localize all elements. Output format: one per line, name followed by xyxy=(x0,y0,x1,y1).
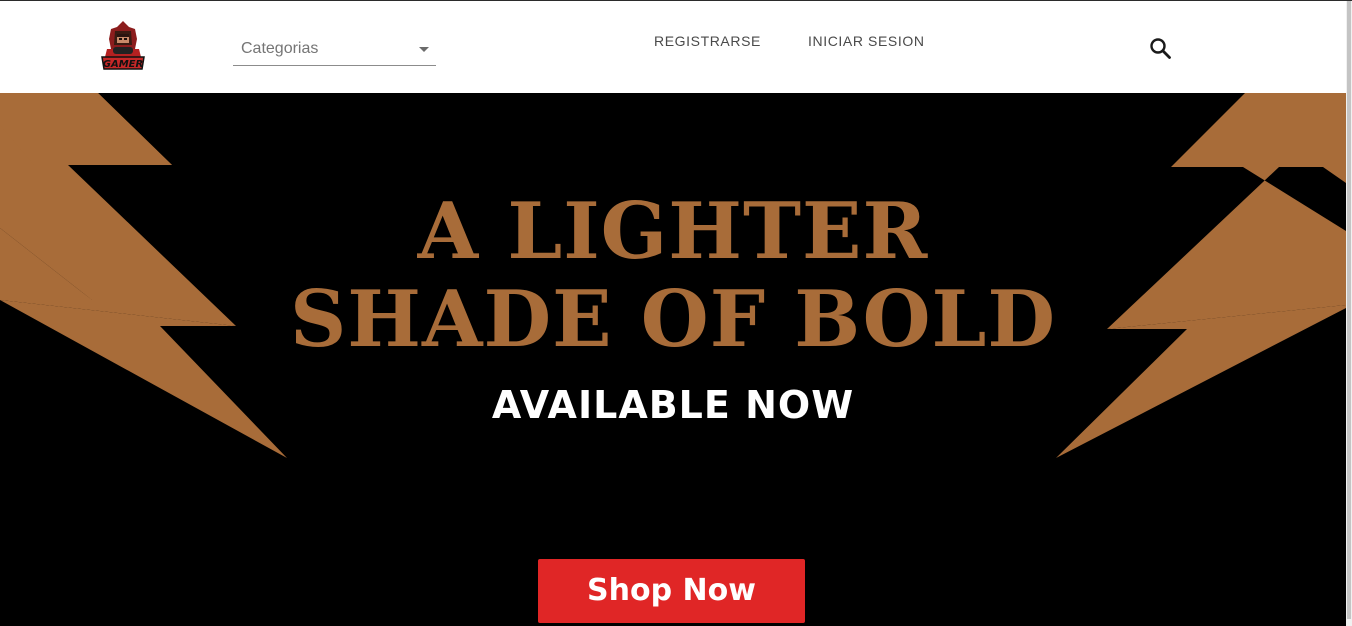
gamer-logo-icon: GAMER xyxy=(101,21,145,70)
search-button[interactable] xyxy=(1148,36,1174,62)
gamer-logo[interactable]: GAMER xyxy=(99,19,147,73)
hero-banner: A LIGHTER SHADE OF BOLD AVAILABLE NOW Sh… xyxy=(0,93,1346,626)
scrollbar-thumb[interactable] xyxy=(1347,1,1351,619)
page-scrollbar[interactable] xyxy=(1346,1,1352,626)
shop-now-button[interactable]: Shop Now xyxy=(538,559,805,623)
categories-select-value: Categorias xyxy=(241,40,319,57)
page: GAMER Categorias REGISTRARSE INICIAR SES… xyxy=(0,0,1352,626)
hero-subheadline: AVAILABLE NOW xyxy=(491,383,855,427)
site-header: GAMER Categorias REGISTRARSE INICIAR SES… xyxy=(0,1,1346,93)
hero-headline-line2: SHADE OF BOLD xyxy=(289,274,1057,365)
hero-headline-line1: A LIGHTER xyxy=(417,186,929,277)
register-link[interactable]: REGISTRARSE xyxy=(654,33,761,49)
categories-select[interactable]: Categorias xyxy=(233,35,436,66)
svg-text:GAMER: GAMER xyxy=(103,59,143,70)
chevron-down-icon xyxy=(419,47,429,52)
search-icon xyxy=(1150,38,1171,59)
login-link[interactable]: INICIAR SESION xyxy=(808,33,925,49)
